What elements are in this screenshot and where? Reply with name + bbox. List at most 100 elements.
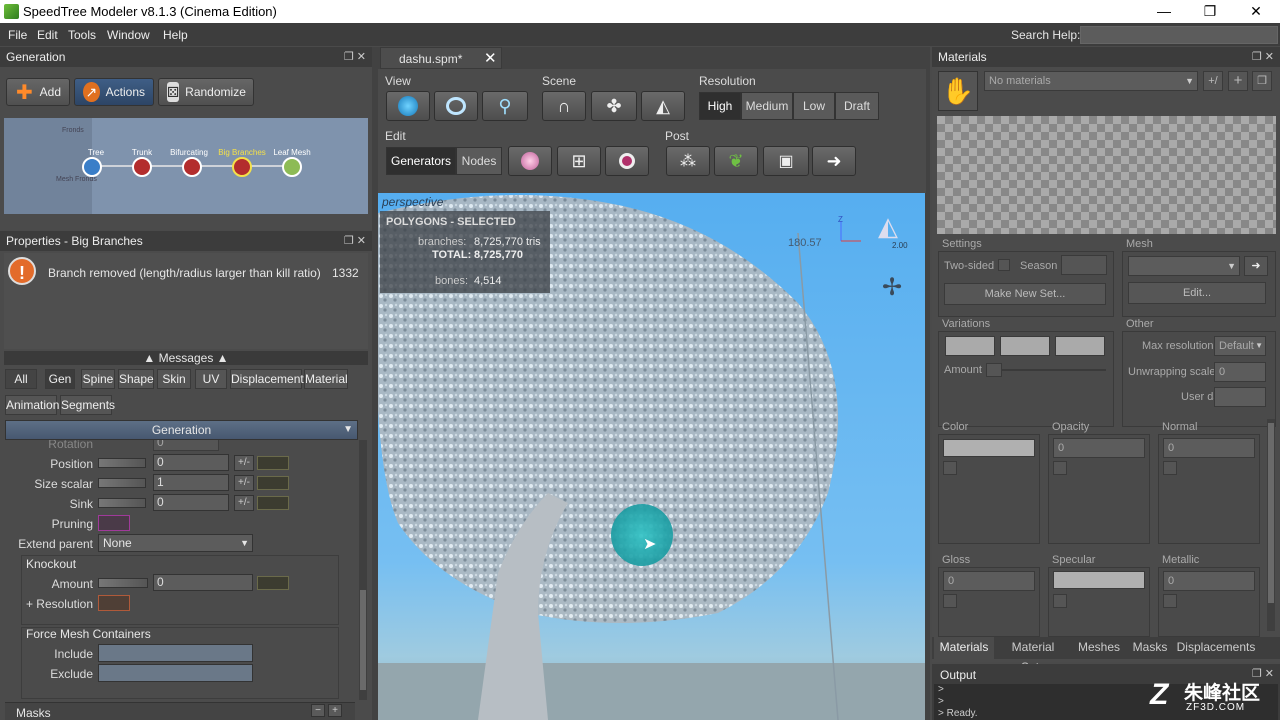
- material-dropdown[interactable]: No materials ▼: [984, 71, 1198, 91]
- resolution-draft-button[interactable]: Draft: [835, 92, 879, 120]
- menu-edit[interactable]: Edit: [37, 28, 58, 42]
- amount-field[interactable]: 0: [153, 574, 253, 591]
- pruning-swatch[interactable]: [98, 515, 130, 531]
- amount-slider[interactable]: [98, 578, 148, 588]
- color-map-slot[interactable]: [943, 461, 957, 475]
- edit-add-node-button[interactable]: ⊞: [557, 146, 601, 176]
- tab-spine[interactable]: Spine: [81, 369, 115, 389]
- edit-nodes-button[interactable]: Nodes: [456, 147, 502, 175]
- scene-fan-button[interactable]: ✤: [591, 91, 637, 121]
- position-field[interactable]: 0: [153, 454, 229, 471]
- season-field[interactable]: [1061, 255, 1107, 275]
- randomize-button[interactable]: ⚄ Randomize: [158, 78, 254, 106]
- rotation-field[interactable]: 0: [153, 440, 219, 451]
- tab-animation[interactable]: Animation: [5, 395, 59, 415]
- include-field[interactable]: [98, 644, 253, 662]
- resolution-swatch[interactable]: [98, 595, 130, 611]
- generation-section-header[interactable]: Generation ▼: [5, 420, 358, 440]
- search-input[interactable]: [1080, 26, 1278, 44]
- post-export-image-button[interactable]: ▣: [763, 146, 809, 176]
- position-slider[interactable]: [98, 458, 146, 468]
- view-globe-button[interactable]: [386, 91, 430, 121]
- add-material-icon[interactable]: +: [1228, 71, 1248, 91]
- close-tab-icon[interactable]: ✕: [484, 49, 497, 67]
- panel-float-close-icon[interactable]: ❐ ✕: [344, 47, 366, 67]
- post-leaf-button[interactable]: ❦: [714, 146, 758, 176]
- opacity-map-slot[interactable]: [1053, 461, 1067, 475]
- leaf-mesh-node-icon[interactable]: [282, 157, 302, 177]
- view-zoom-button[interactable]: ⚲: [482, 91, 528, 121]
- node-graph[interactable]: Fronds Mesh Fronds Tree Trunk Bifurcatin…: [4, 118, 368, 214]
- specular-map-slot[interactable]: [1053, 594, 1067, 608]
- minimize-button[interactable]: —: [1141, 0, 1187, 23]
- variation-swatch[interactable]: [1055, 336, 1105, 356]
- properties-scrollbar[interactable]: [359, 440, 367, 700]
- message-text[interactable]: Branch removed (length/radius larger tha…: [48, 266, 321, 280]
- menu-help[interactable]: Help: [163, 28, 188, 42]
- scene-magnet-button[interactable]: ∩: [542, 91, 586, 121]
- two-sided-checkbox[interactable]: [998, 259, 1010, 271]
- tab-material[interactable]: Material: [304, 369, 348, 389]
- specular-swatch[interactable]: [1053, 571, 1145, 589]
- tab-material-sets[interactable]: Material Sets: [998, 637, 1068, 674]
- size-scalar-field[interactable]: 1: [153, 474, 229, 491]
- variation-amount-slider[interactable]: [1002, 369, 1106, 371]
- resolution-medium-button[interactable]: Medium: [741, 92, 793, 120]
- resolution-low-button[interactable]: Low: [793, 92, 835, 120]
- opacity-field[interactable]: 0: [1053, 438, 1145, 458]
- metallic-map-slot[interactable]: [1163, 594, 1177, 608]
- tab-uv[interactable]: UV: [195, 369, 227, 389]
- big-branches-node-icon[interactable]: [232, 157, 252, 177]
- menu-tools[interactable]: Tools: [68, 28, 96, 42]
- unwrapping-field[interactable]: 0: [1214, 362, 1266, 382]
- close-window-button[interactable]: ✕: [1233, 0, 1279, 23]
- wind-fan-icon[interactable]: ✢: [882, 273, 910, 303]
- mesh-select[interactable]: ▼: [1128, 256, 1240, 276]
- tab-materials[interactable]: Materials: [934, 637, 994, 659]
- size-scalar-slider[interactable]: [98, 478, 146, 488]
- color-swatch[interactable]: [943, 439, 1035, 457]
- scene-light-button[interactable]: ◭: [641, 91, 685, 121]
- edit-paint-button[interactable]: [508, 146, 552, 176]
- resolution-high-button[interactable]: High: [699, 92, 741, 120]
- actions-button[interactable]: ↗ Actions: [74, 78, 154, 106]
- edit-generators-button[interactable]: Generators: [386, 147, 456, 175]
- edit-target-button[interactable]: [605, 146, 649, 176]
- panel-float-close-icon[interactable]: ❐ ✕: [344, 231, 366, 251]
- position-curve-swatch[interactable]: [257, 456, 289, 470]
- tab-masks[interactable]: Masks: [1130, 637, 1170, 659]
- hand-tool-icon[interactable]: ✋: [938, 71, 978, 111]
- scrollbar-thumb[interactable]: [360, 590, 366, 690]
- menu-window[interactable]: Window: [107, 28, 150, 42]
- sink-slider[interactable]: [98, 498, 146, 508]
- maximize-button[interactable]: ❐: [1187, 0, 1233, 23]
- sink-random-button[interactable]: +/-: [234, 495, 254, 511]
- viewport[interactable]: ➤ perspective POLYGONS - SELECTED branch…: [378, 193, 925, 720]
- masks-bar[interactable]: [5, 702, 355, 720]
- position-random-button[interactable]: +/-: [234, 455, 254, 471]
- messages-bar[interactable]: ▲ Messages ▲: [4, 351, 368, 365]
- document-tab[interactable]: dashu.spm* ✕: [380, 47, 502, 69]
- tab-all[interactable]: All: [5, 369, 37, 389]
- sink-curve-swatch[interactable]: [257, 496, 289, 510]
- material-toggle-button[interactable]: +/: [1203, 71, 1223, 91]
- tab-gen[interactable]: Gen: [45, 369, 75, 389]
- variation-swatch[interactable]: [945, 336, 995, 356]
- sink-field[interactable]: 0: [153, 494, 229, 511]
- tab-skin[interactable]: Skin: [157, 369, 191, 389]
- normal-map-slot[interactable]: [1163, 461, 1177, 475]
- size-curve-swatch[interactable]: [257, 476, 289, 490]
- exclude-field[interactable]: [98, 664, 253, 682]
- max-resolution-select[interactable]: Default ▼: [1214, 336, 1266, 356]
- gloss-map-slot[interactable]: [943, 594, 957, 608]
- variation-amount-handle[interactable]: [986, 363, 1002, 377]
- menu-file[interactable]: File: [8, 28, 27, 42]
- extend-parent-select[interactable]: None ▼: [98, 534, 253, 552]
- post-particles-button[interactable]: ⁂: [666, 146, 710, 176]
- tab-shape[interactable]: Shape: [118, 369, 154, 389]
- light-direction-icon[interactable]: ◭: [878, 211, 908, 241]
- materials-scrollbar[interactable]: [1267, 419, 1275, 631]
- mesh-go-icon[interactable]: ➜: [1244, 256, 1268, 276]
- view-orbit-button[interactable]: [434, 91, 478, 121]
- metallic-field[interactable]: 0: [1163, 571, 1255, 591]
